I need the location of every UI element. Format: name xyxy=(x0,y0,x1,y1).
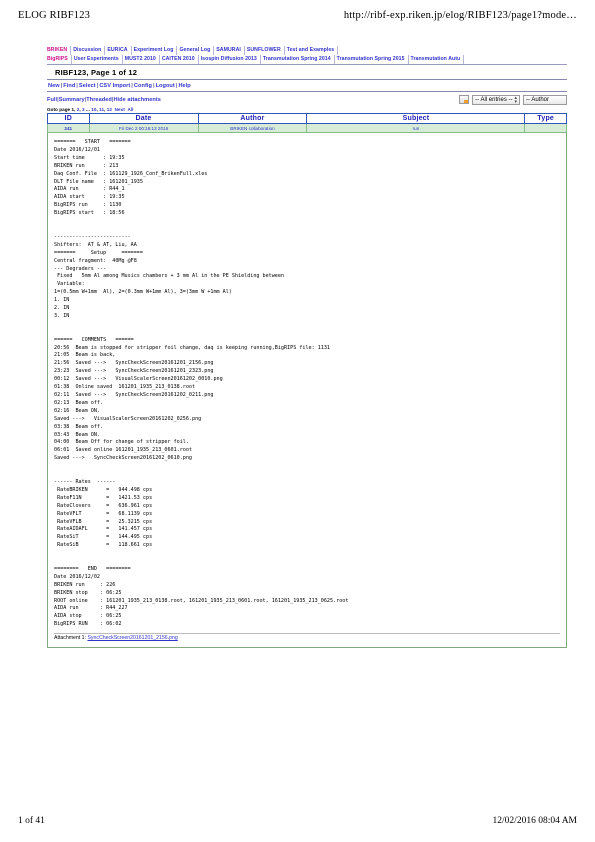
logbook-tabs-row-1: BRIKEN Discussion EURICA Experiment Log Gene… xyxy=(47,46,567,55)
col-header-date[interactable]: Date xyxy=(88,113,199,124)
menu-help[interactable]: Help xyxy=(178,83,191,89)
elog-page: BRIKEN Discussion EURICA Experiment Log Gene… xyxy=(47,46,567,649)
new-window-icon[interactable] xyxy=(459,95,470,104)
col-header-subject[interactable]: Subject xyxy=(306,113,526,124)
menu-csv-import[interactable]: CSV Import xyxy=(99,83,131,89)
col-header-id[interactable]: ID xyxy=(47,113,90,124)
col-header-author[interactable]: Author xyxy=(197,113,308,124)
tab-transmutation-spring-2014[interactable]: Transmutation Spring 2014 xyxy=(261,55,335,64)
tab-bigrips[interactable]: BigRIPS xyxy=(47,55,72,64)
attachment-label: Attachment 1: xyxy=(54,635,87,642)
tab-transmutation-autumn[interactable]: Transmutation Autu xyxy=(409,55,465,64)
author-filter-value: -- Author xyxy=(526,96,550,103)
menu-new[interactable]: New xyxy=(48,83,61,89)
menu-logout[interactable]: Logout xyxy=(156,83,176,89)
entries-table: ID Date Author Subject Type 241 Fri Dec … xyxy=(47,113,567,133)
goto-page-label: Goto page xyxy=(47,107,71,112)
print-footer-timestamp: 12/02/2016 08:04 AM xyxy=(492,816,577,826)
attachment-row: Attachment 1: SyncCheckScreen20161201_21… xyxy=(54,635,560,643)
print-header-title: ELOG RIBF123 xyxy=(18,10,91,21)
tab-sunflower[interactable]: SUNFLOWER xyxy=(245,46,285,55)
cell-author[interactable]: BRIKEN collaboration xyxy=(197,123,308,133)
goto-page-ellipsis: ... xyxy=(85,107,90,112)
goto-next-page[interactable]: Next xyxy=(115,107,125,112)
tab-isospin-diffusion-2013[interactable]: Isospin Diffusion 2013 xyxy=(199,55,261,64)
cell-subject[interactable]: run xyxy=(306,123,526,133)
page-title: RIBF123, Page 1 of 12 xyxy=(55,68,138,77)
cell-id[interactable]: 241 xyxy=(47,123,90,133)
view-hide-attachments[interactable]: Hide attachments xyxy=(113,97,160,103)
title-divider xyxy=(47,79,567,80)
tab-samurai[interactable]: SAMURAI xyxy=(214,46,245,55)
cell-type[interactable] xyxy=(524,123,567,133)
tab-general-log[interactable]: General Log xyxy=(177,46,215,55)
entries-filter-select[interactable]: -- All entries -- ▴ ▾ xyxy=(472,94,520,105)
view-mode-links: Full|Summary|Threaded|Hide attachments xyxy=(47,96,161,103)
filter-controls: -- All entries -- ▴ ▾ -- Author xyxy=(459,94,567,105)
tab-experiment-log[interactable]: Experiment Log xyxy=(132,46,178,55)
goto-all-pages[interactable]: All xyxy=(127,107,133,112)
view-summary[interactable]: Summary xyxy=(59,97,85,103)
view-threaded[interactable]: Threaded xyxy=(86,97,112,103)
entries-filter-value: -- All entries -- xyxy=(475,96,513,103)
tab-discussion[interactable]: Discussion xyxy=(71,46,106,55)
entry-body: ======= START ======= Date 2016/12/01 St… xyxy=(47,133,567,649)
spinner-icon: ▴ ▾ xyxy=(514,94,517,105)
tab-eurica[interactable]: EURICA xyxy=(105,46,132,55)
print-footer: 1 of 41 12/02/2016 08:04 AM xyxy=(0,816,595,826)
print-header: ELOG RIBF123 http://ribf-exp.riken.jp/el… xyxy=(0,10,595,21)
cell-date[interactable]: Fri Dec 2 00:16:13 2016 xyxy=(88,123,199,133)
table-header-row: ID Date Author Subject Type xyxy=(47,113,567,124)
tab-caiten-2010[interactable]: CAITEN 2010 xyxy=(160,55,199,64)
logbook-tabs-row-2: BigRIPS User Experiments MUST2 2010 CAITEN … xyxy=(47,55,567,64)
menu-find[interactable]: Find xyxy=(63,83,76,89)
tab-test-and-examples[interactable]: Test and Examples xyxy=(285,46,339,55)
menu-config[interactable]: Config xyxy=(134,83,153,89)
entry-log-text: ======= START ======= Date 2016/12/01 St… xyxy=(54,139,349,628)
view-full[interactable]: Full xyxy=(47,97,57,103)
tab-transmutation-spring-2015[interactable]: Transmutation Spring 2015 xyxy=(335,55,409,64)
attachment-divider xyxy=(54,633,560,635)
goto-page-bar: Goto page 1, 2, 3 ... 10, 11, 12 Next Al… xyxy=(47,107,134,112)
tab-must2-2010[interactable]: MUST2 2010 xyxy=(123,55,160,64)
menu-select[interactable]: Select xyxy=(79,83,97,89)
command-menu: New|Find|Select|CSV Import|Config|Logout… xyxy=(48,83,191,89)
table-row[interactable]: 241 Fri Dec 2 00:16:13 2016 BRIKEN colla… xyxy=(47,123,567,133)
print-header-url: http://ribf-exp.riken.jp/elog/RIBF123/pa… xyxy=(343,10,577,21)
print-footer-page: 1 of 41 xyxy=(18,816,45,826)
tab-user-experiments[interactable]: User Experiments xyxy=(72,55,123,64)
goto-page-3[interactable]: 3 xyxy=(82,107,85,112)
command-menu-divider xyxy=(47,91,567,92)
tab-briken[interactable]: BRIKEN xyxy=(47,46,72,55)
attachment-file-link[interactable]: SyncCheckScreen20161201_2156.png xyxy=(87,635,177,641)
goto-page-12[interactable]: 12 xyxy=(107,107,112,112)
view-toolbar: Full|Summary|Threaded|Hide attachments -… xyxy=(47,94,567,105)
author-filter-select[interactable]: -- Author xyxy=(523,94,567,105)
col-header-type[interactable]: Type xyxy=(524,113,567,124)
